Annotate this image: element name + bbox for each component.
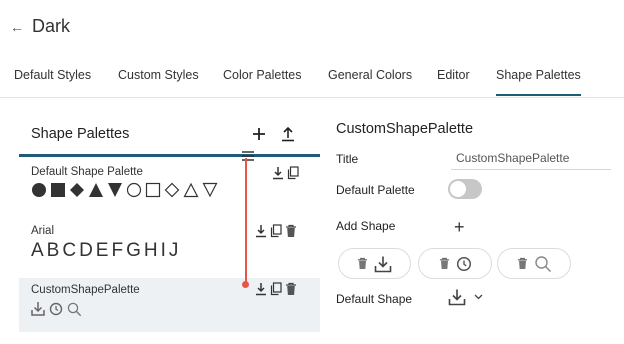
tab-bar: Default Styles Custom Styles Color Palet… xyxy=(0,68,624,96)
download-icon xyxy=(448,289,466,306)
shape-item-clock[interactable] xyxy=(418,248,492,279)
circle-filled-icon xyxy=(32,183,46,197)
add-shape-label: Add Shape xyxy=(336,219,396,233)
copy-icon[interactable] xyxy=(270,282,282,296)
trash-icon[interactable] xyxy=(285,224,297,238)
title-input[interactable]: CustomShapePalette xyxy=(456,151,569,165)
square-filled-icon xyxy=(51,183,65,197)
download-icon xyxy=(31,302,45,316)
reorder-connector-dot xyxy=(242,281,249,288)
tab-default-styles[interactable]: Default Styles xyxy=(14,68,91,96)
toggle-knob xyxy=(450,181,466,197)
chevron-down-icon xyxy=(474,294,483,300)
palette-name: Default Shape Palette xyxy=(31,166,143,178)
plus-icon[interactable] xyxy=(252,127,266,141)
download-icon[interactable] xyxy=(255,282,267,296)
palette-shapes xyxy=(31,182,218,198)
trash-icon[interactable] xyxy=(285,282,297,296)
diamond-filled-icon xyxy=(70,183,84,197)
triangle-up-outline-icon xyxy=(183,182,199,198)
shape-item-search[interactable] xyxy=(497,248,571,279)
tab-shape-palettes[interactable]: Shape Palettes xyxy=(496,68,581,96)
triangle-up-filled-icon xyxy=(89,183,103,197)
arrow-left-icon[interactable]: ← xyxy=(10,20,24,34)
default-palette-label: Default Palette xyxy=(336,183,415,197)
upload-icon[interactable] xyxy=(281,126,295,142)
palette-name: Arial xyxy=(31,225,55,237)
square-outline-icon xyxy=(145,182,161,198)
palette-row-arial[interactable]: Arial ABCDEFGHIJ xyxy=(19,222,320,278)
trash-icon[interactable] xyxy=(517,257,528,270)
reorder-connector-line xyxy=(245,158,247,284)
download-icon[interactable] xyxy=(272,166,284,180)
clock-icon xyxy=(49,302,63,316)
triangle-down-filled-icon xyxy=(108,183,122,197)
palette-shapes xyxy=(31,301,82,317)
copy-icon[interactable] xyxy=(270,224,282,238)
palette-detail-title: CustomShapePalette xyxy=(336,121,474,137)
search-icon xyxy=(67,302,82,316)
palette-name: CustomShapePalette xyxy=(31,284,140,296)
shape-palettes-header: Shape Palettes xyxy=(19,118,320,154)
circle-outline-icon xyxy=(126,182,142,198)
shape-palettes-panel: Shape Palettes Default Shape Palette Ari… xyxy=(19,118,320,332)
palette-row-custom[interactable]: CustomShapePalette xyxy=(19,278,320,332)
header-accent-rule xyxy=(19,154,320,157)
palette-row-default[interactable]: Default Shape Palette xyxy=(19,158,320,222)
default-palette-toggle[interactable] xyxy=(448,179,482,199)
download-icon xyxy=(374,256,392,272)
shape-item-download[interactable] xyxy=(338,248,411,279)
tab-custom-styles[interactable]: Custom Styles xyxy=(118,68,199,96)
triangle-down-outline-icon xyxy=(202,182,218,198)
default-shape-select[interactable] xyxy=(448,288,483,306)
palette-font-preview: ABCDEFGHIJ xyxy=(31,240,182,261)
trash-icon[interactable] xyxy=(439,257,450,270)
trash-icon[interactable] xyxy=(357,257,368,270)
tab-general-colors[interactable]: General Colors xyxy=(328,68,412,96)
title-input-underline xyxy=(451,169,611,170)
diamond-outline-icon xyxy=(164,182,180,198)
default-shape-label: Default Shape xyxy=(336,292,413,306)
row-actions xyxy=(272,166,299,180)
tab-divider xyxy=(0,97,624,98)
add-shape-button[interactable]: + xyxy=(454,218,465,236)
row-actions xyxy=(255,282,297,296)
clock-icon xyxy=(456,256,471,271)
shape-palettes-title: Shape Palettes xyxy=(31,126,130,142)
row-actions xyxy=(255,224,297,238)
download-icon[interactable] xyxy=(255,224,267,238)
copy-icon[interactable] xyxy=(287,166,299,180)
tab-editor[interactable]: Editor xyxy=(437,68,470,96)
search-icon xyxy=(534,255,551,272)
title-label: Title xyxy=(336,152,359,166)
tab-color-palettes[interactable]: Color Palettes xyxy=(223,68,302,96)
page-title: Dark xyxy=(32,16,71,36)
